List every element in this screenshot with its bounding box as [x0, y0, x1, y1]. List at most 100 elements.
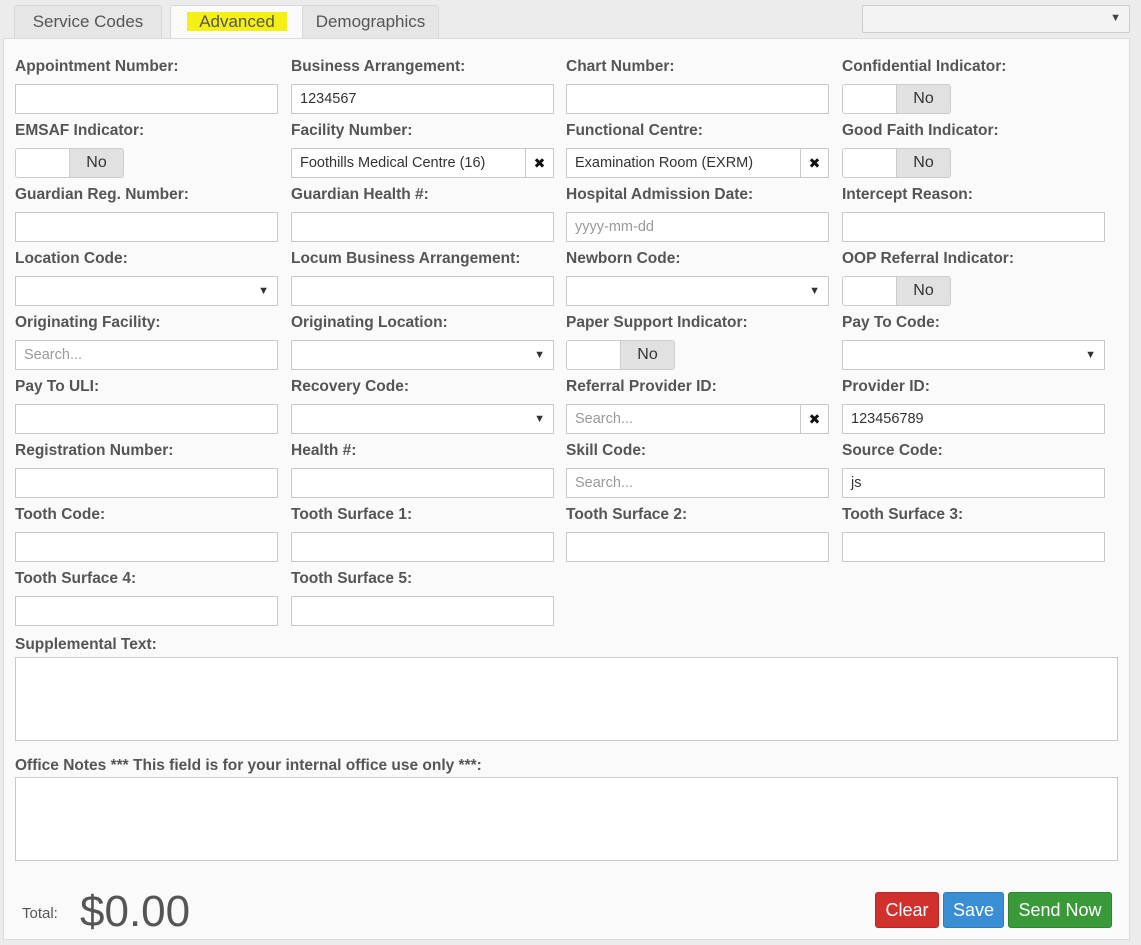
chevron-down-icon: ▼	[258, 285, 269, 297]
clear-icon[interactable]: ✖	[800, 405, 828, 433]
appointment-number-input[interactable]	[15, 84, 278, 114]
chevron-down-icon: ▼	[534, 413, 545, 425]
tab-bar: Service Codes Advanced Demographics ▼	[0, 0, 1141, 40]
field-label: Recovery Code:	[291, 378, 410, 395]
good-faith-indicator-toggle[interactable]: No	[842, 148, 951, 178]
hospital-admission-date-input[interactable]: yyyy-mm-dd	[566, 212, 829, 242]
chart-number-input[interactable]	[566, 84, 829, 114]
field-label: Tooth Surface 4:	[15, 570, 137, 587]
originating-facility-field: Originating Facility: Search...	[15, 313, 278, 370]
guardian-reg-number-input[interactable]	[15, 212, 278, 242]
locum-business-arrangement-input[interactable]	[291, 276, 554, 306]
chart-number-field: Chart Number:	[566, 57, 829, 114]
business-arrangement-field: Business Arrangement: 1234567	[291, 57, 554, 114]
paper-support-indicator-toggle[interactable]: No	[566, 340, 675, 370]
field-label: Newborn Code:	[566, 250, 681, 267]
toggle-state: No	[896, 85, 950, 113]
field-label: Guardian Health #:	[291, 186, 429, 203]
emsaf-indicator-toggle[interactable]: No	[15, 148, 124, 178]
field-label: Tooth Code:	[15, 506, 106, 523]
facility-number-field: Facility Number: Foothills Medical Centr…	[291, 121, 554, 178]
field-label: Provider ID:	[842, 378, 930, 395]
functional-centre-input[interactable]: Examination Room (EXRM) ✖	[566, 148, 829, 178]
tooth-surface-4-input[interactable]	[15, 596, 278, 626]
office-notes-label: Office Notes *** This field is for your …	[15, 757, 482, 774]
skill-code-search[interactable]: Search...	[566, 468, 829, 498]
supplemental-text-area[interactable]	[15, 657, 1118, 741]
tooth-surface-3-input[interactable]	[842, 532, 1105, 562]
appointment-number-field: Appointment Number:	[15, 57, 278, 114]
source-code-input[interactable]: js	[842, 468, 1105, 498]
health-number-input[interactable]	[291, 468, 554, 498]
chevron-down-icon: ▼	[809, 285, 820, 297]
tooth-code-field: Tooth Code:	[15, 505, 278, 562]
clear-button[interactable]: Clear	[875, 892, 939, 928]
clear-icon[interactable]: ✖	[525, 149, 553, 177]
newborn-code-field: Newborn Code: ▼	[566, 249, 829, 306]
chevron-down-icon: ▼	[1110, 12, 1121, 24]
office-notes-area[interactable]	[15, 777, 1118, 861]
facility-number-input[interactable]: Foothills Medical Centre (16) ✖	[291, 148, 554, 178]
field-label: Tooth Surface 3:	[842, 506, 964, 523]
confidential-indicator-field: Confidential Indicator: No	[842, 57, 1105, 114]
field-label: Confidential Indicator:	[842, 58, 1007, 75]
tooth-surface-2-input[interactable]	[566, 532, 829, 562]
send-now-button[interactable]: Send Now	[1008, 892, 1112, 928]
location-code-select[interactable]: ▼	[15, 276, 278, 306]
recovery-code-field: Recovery Code: ▼	[291, 377, 554, 434]
field-label: Functional Centre:	[566, 122, 703, 139]
confidential-indicator-toggle[interactable]: No	[842, 84, 951, 114]
field-label: Referral Provider ID:	[566, 378, 717, 395]
field-label: Facility Number:	[291, 122, 413, 139]
field-label: Appointment Number:	[15, 58, 179, 75]
field-label: Pay To ULI:	[15, 378, 100, 395]
toggle-state: No	[896, 277, 950, 305]
health-number-field: Health #:	[291, 441, 554, 498]
emsaf-indicator-field: EMSAF Indicator: No	[15, 121, 278, 178]
source-code-field: Source Code: js	[842, 441, 1105, 498]
toggle-state: No	[896, 149, 950, 177]
guardian-health-field: Guardian Health #:	[291, 185, 554, 242]
save-button[interactable]: Save	[943, 892, 1004, 928]
referral-provider-id-search[interactable]: Search... ✖	[566, 404, 829, 434]
business-arrangement-input[interactable]: 1234567	[291, 84, 554, 114]
location-code-field: Location Code: ▼	[15, 249, 278, 306]
chevron-down-icon: ▼	[534, 349, 545, 361]
field-label: Originating Facility:	[15, 314, 161, 331]
pay-to-uli-input[interactable]	[15, 404, 278, 434]
tab-demographics[interactable]: Demographics	[302, 5, 439, 39]
field-label: Good Faith Indicator:	[842, 122, 999, 139]
guardian-health-input[interactable]	[291, 212, 554, 242]
field-label: Tooth Surface 2:	[566, 506, 688, 523]
good-faith-indicator-field: Good Faith Indicator: No	[842, 121, 1105, 178]
newborn-code-select[interactable]: ▼	[566, 276, 829, 306]
field-label: Originating Location:	[291, 314, 448, 331]
provider-id-input[interactable]: 123456789	[842, 404, 1105, 434]
field-label: Health #:	[291, 442, 357, 459]
tab-service-codes[interactable]: Service Codes	[14, 5, 162, 39]
tooth-surface-1-field: Tooth Surface 1:	[291, 505, 554, 562]
registration-number-input[interactable]	[15, 468, 278, 498]
tab-advanced[interactable]: Advanced	[170, 5, 304, 40]
recovery-code-select[interactable]: ▼	[291, 404, 554, 434]
tooth-surface-5-input[interactable]	[291, 596, 554, 626]
advanced-panel: Appointment Number: Business Arrangement…	[3, 38, 1130, 940]
tooth-code-input[interactable]	[15, 532, 278, 562]
field-label: Source Code:	[842, 442, 943, 459]
pay-to-code-field: Pay To Code: ▼	[842, 313, 1105, 370]
originating-facility-search[interactable]: Search...	[15, 340, 278, 370]
record-select[interactable]: ▼	[862, 5, 1130, 33]
tooth-surface-1-input[interactable]	[291, 532, 554, 562]
originating-location-select[interactable]: ▼	[291, 340, 554, 370]
tab-label: Service Codes	[32, 12, 144, 31]
clear-icon[interactable]: ✖	[800, 149, 828, 177]
registration-number-field: Registration Number:	[15, 441, 278, 498]
oop-referral-indicator-toggle[interactable]: No	[842, 276, 951, 306]
pay-to-code-select[interactable]: ▼	[842, 340, 1105, 370]
field-label: Tooth Surface 5:	[291, 570, 413, 587]
tooth-surface-3-field: Tooth Surface 3:	[842, 505, 1105, 562]
intercept-reason-input[interactable]	[842, 212, 1105, 242]
field-label: Chart Number:	[566, 58, 675, 75]
field-label: Hospital Admission Date:	[566, 186, 754, 203]
pay-to-uli-field: Pay To ULI:	[15, 377, 278, 434]
